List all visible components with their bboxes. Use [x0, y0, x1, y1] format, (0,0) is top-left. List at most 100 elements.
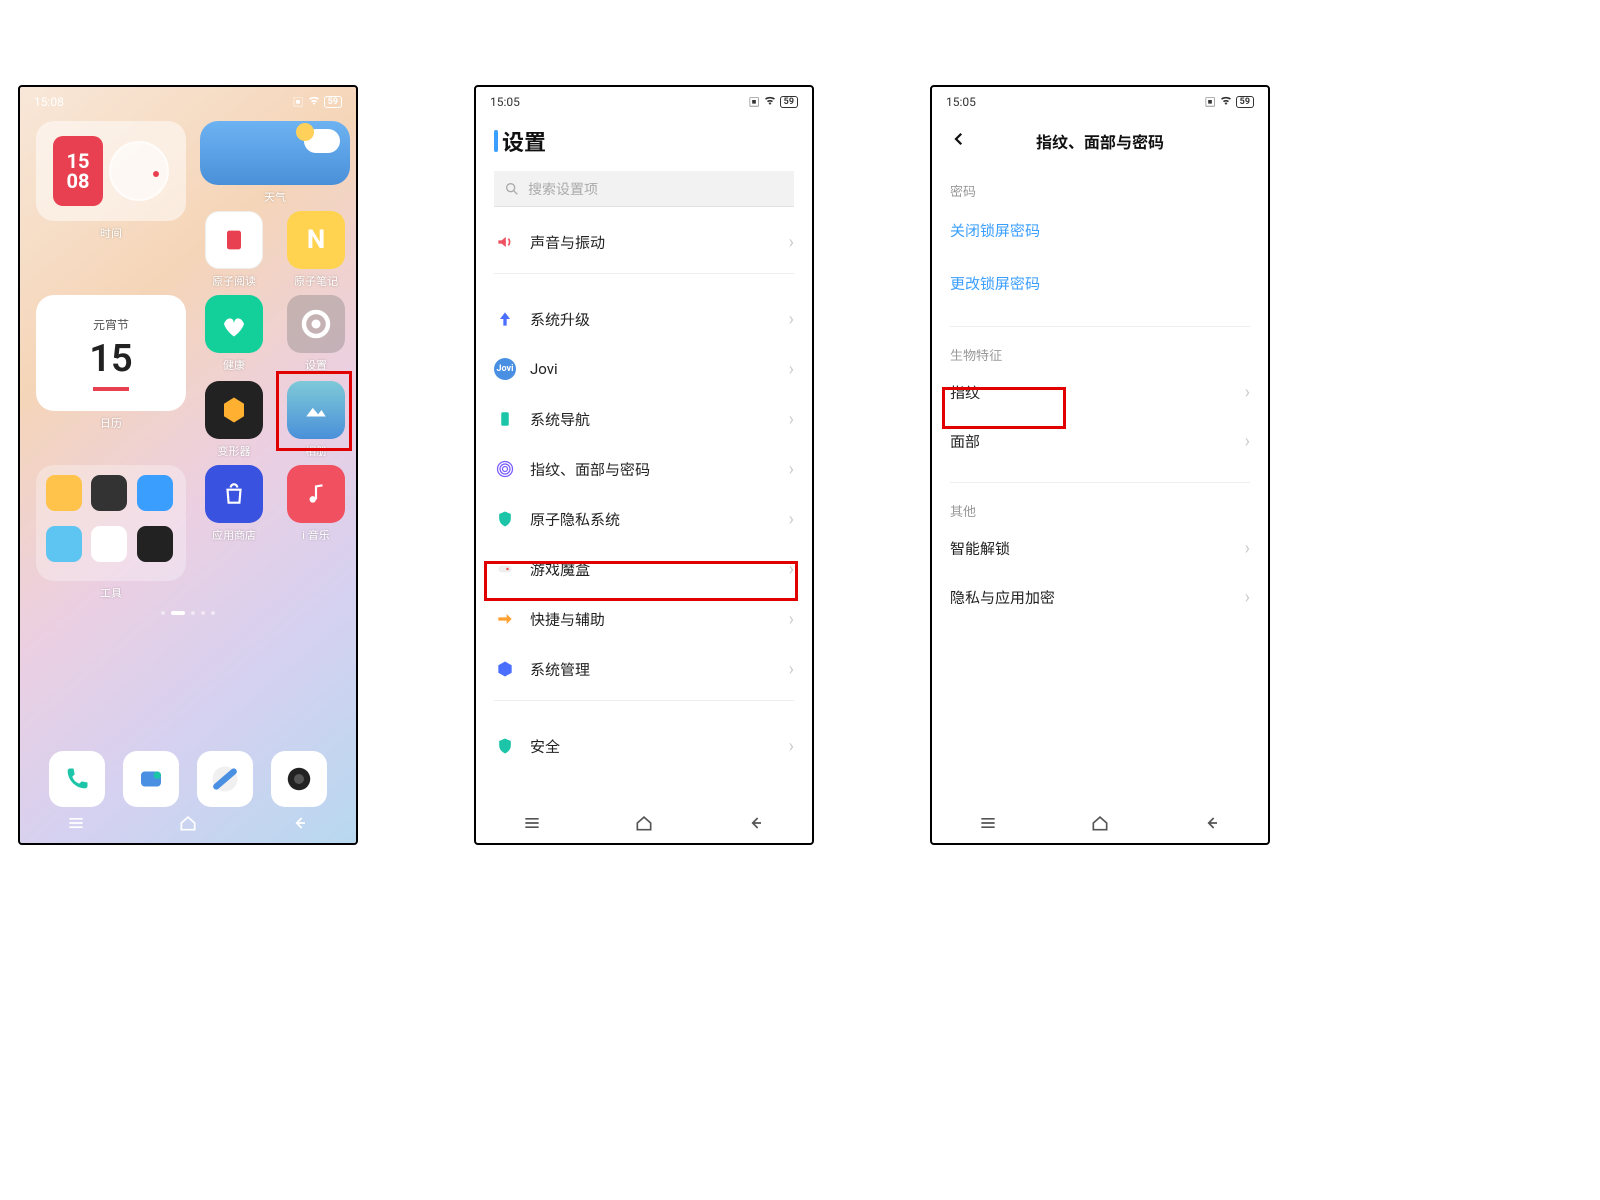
item-label: 面部: [950, 431, 980, 452]
dock-phone[interactable]: [49, 751, 105, 807]
page-indicator: [36, 611, 340, 615]
search-input[interactable]: 搜索设置项: [494, 171, 794, 207]
item-sysmgmt[interactable]: 系统管理 ›: [476, 644, 812, 694]
item-label: 安全: [530, 736, 560, 757]
sub-header: 指纹、面部与密码: [932, 113, 1268, 173]
hexagon-icon: [205, 381, 263, 439]
item-label: 声音与振动: [530, 232, 605, 253]
highlight-change-password: [942, 387, 1066, 429]
app-music-label: i 音乐: [302, 527, 329, 543]
item-label: 快捷与辅助: [530, 609, 605, 630]
status-icons: ▣ 59: [749, 94, 798, 110]
wifi-icon: [1220, 95, 1232, 110]
hd-icon: ▣: [749, 94, 760, 110]
app-reader[interactable]: 原子阅读: [200, 211, 268, 289]
item-close-lock[interactable]: 关闭锁屏密码: [932, 204, 1268, 257]
battery-icon: 59: [324, 96, 342, 108]
calendar-day: 15: [89, 337, 132, 381]
item-smart-unlock[interactable]: 智能解锁 ›: [932, 524, 1268, 573]
nav-back-icon[interactable]: [1202, 813, 1222, 837]
item-jovi[interactable]: Jovi Jovi ›: [476, 344, 812, 394]
item-label: 原子隐私系统: [530, 509, 620, 530]
clock-widget[interactable]: 15 08: [36, 121, 186, 221]
chevron-right-icon: ›: [789, 459, 794, 480]
dock-browser[interactable]: [197, 751, 253, 807]
chevron-right-icon: ›: [1245, 587, 1250, 608]
chevron-right-icon: ›: [1245, 382, 1250, 403]
reader-icon: [205, 211, 263, 269]
weather-widget-label: 天气: [264, 189, 286, 205]
item-change-lock[interactable]: 更改锁屏密码: [932, 257, 1268, 310]
clock-widget-label: 时间: [100, 225, 122, 241]
calendar-title: 元宵节: [93, 316, 129, 333]
chevron-right-icon: ›: [789, 509, 794, 530]
item-privacy[interactable]: 原子隐私系统 ›: [476, 494, 812, 544]
chevron-right-icon: ›: [789, 659, 794, 680]
chevron-right-icon: ›: [1245, 431, 1250, 452]
status-bar: 15:08 ▣ 59: [20, 87, 356, 113]
dock: [20, 751, 356, 807]
item-label: 关闭锁屏密码: [950, 222, 1040, 240]
hexagon-icon: [494, 658, 516, 680]
chevron-right-icon: ›: [1245, 538, 1250, 559]
nav-home-icon[interactable]: [178, 813, 198, 837]
item-upgrade[interactable]: 系统升级 ›: [476, 294, 812, 344]
phone-icon: [494, 408, 516, 430]
weather-widget[interactable]: [200, 121, 350, 185]
item-nav[interactable]: 系统导航 ›: [476, 394, 812, 444]
app-music[interactable]: i 音乐: [282, 465, 350, 543]
shield-check-icon: [494, 735, 516, 757]
back-button[interactable]: [950, 129, 968, 153]
sub-title: 指纹、面部与密码: [1036, 129, 1164, 153]
phone-home: 15:08 ▣ 59 15 08 时间: [18, 85, 358, 845]
app-transform-label: 变形器: [218, 443, 251, 459]
nav-menu-icon[interactable]: [978, 813, 998, 837]
nav-menu-icon[interactable]: [522, 813, 542, 837]
item-label: 智能解锁: [950, 538, 1010, 559]
fingerprint-icon: [494, 458, 516, 480]
app-settings[interactable]: 设置: [282, 295, 350, 373]
app-appstore[interactable]: 应用商店: [200, 465, 268, 543]
chevron-right-icon: ›: [789, 232, 794, 253]
folder-tools[interactable]: [36, 465, 186, 581]
music-icon: [287, 465, 345, 523]
item-label: 指纹、面部与密码: [530, 459, 650, 480]
arrow-right-icon: [494, 608, 516, 630]
section-biometric: 生物特征: [932, 337, 1268, 368]
item-fingerprint[interactable]: 指纹、面部与密码 ›: [476, 444, 812, 494]
page-title-text: 设置: [502, 125, 546, 157]
item-label: 系统管理: [530, 659, 590, 680]
chevron-right-icon: ›: [789, 609, 794, 630]
nav-home-icon[interactable]: [1090, 813, 1110, 837]
app-health[interactable]: 健康: [200, 295, 268, 373]
chevron-right-icon: ›: [789, 359, 794, 380]
nav-home-icon[interactable]: [634, 813, 654, 837]
nav-menu-icon[interactable]: [66, 813, 86, 837]
dock-camera[interactable]: [271, 751, 327, 807]
clock-minute: 08: [67, 171, 90, 191]
highlight-fingerprint-item: [484, 561, 798, 601]
calendar-widget[interactable]: 元宵节 15: [36, 295, 186, 411]
nav-back-icon[interactable]: [290, 813, 310, 837]
item-label: Jovi: [530, 360, 558, 378]
status-bar: 15:05 ▣ 59: [932, 87, 1268, 113]
app-note[interactable]: N 原子笔记: [282, 211, 350, 289]
hd-icon: ▣: [1205, 94, 1216, 110]
folder-icon: [137, 475, 173, 511]
chevron-right-icon: ›: [789, 309, 794, 330]
item-app-encrypt[interactable]: 隐私与应用加密 ›: [932, 573, 1268, 622]
app-transform[interactable]: 变形器: [200, 381, 268, 459]
app-appstore-label: 应用商店: [212, 527, 256, 543]
item-sound[interactable]: 声音与振动 ›: [476, 217, 812, 267]
folder-icon: [46, 526, 82, 562]
section-other: 其他: [932, 493, 1268, 524]
item-label: 系统导航: [530, 409, 590, 430]
nav-back-icon[interactable]: [746, 813, 766, 837]
status-time: 15:05: [490, 95, 520, 109]
folder-icon: [91, 475, 127, 511]
status-bar: 15:05 ▣ 59: [476, 87, 812, 113]
item-security[interactable]: 安全 ›: [476, 721, 812, 771]
status-icons: ▣ 59: [293, 94, 342, 110]
dock-messages[interactable]: [123, 751, 179, 807]
item-shortcut[interactable]: 快捷与辅助 ›: [476, 594, 812, 644]
